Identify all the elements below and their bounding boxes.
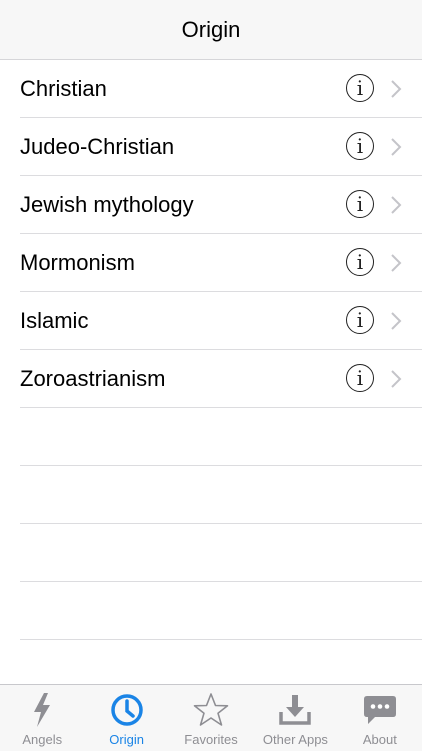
star-icon (192, 691, 230, 729)
chevron-right-icon (391, 80, 402, 98)
chevron-right-icon (391, 196, 402, 214)
navigation-bar: Origin (0, 0, 422, 60)
list-item-jewish-mythology[interactable]: Jewish mythology i (20, 176, 422, 234)
tab-label: Angels (22, 732, 63, 747)
chevron-right-icon (391, 254, 402, 272)
tab-bar: Angels Origin Favorites Other Apps About (0, 684, 422, 751)
page-title: Origin (181, 16, 241, 42)
info-icon[interactable]: i (346, 248, 374, 276)
chevron-right-icon (391, 138, 402, 156)
download-icon (276, 691, 314, 729)
empty-row (20, 582, 422, 640)
list-item-label: Jewish mythology (20, 192, 194, 217)
tab-label: About (362, 732, 397, 747)
clock-icon (108, 691, 146, 729)
tab-angels[interactable]: Angels (0, 685, 84, 751)
lightning-icon (23, 691, 61, 729)
list-item-label: Zoroastrianism (20, 366, 166, 391)
list-item-label: Islamic (20, 308, 89, 333)
tab-label: Favorites (184, 732, 238, 747)
info-icon[interactable]: i (346, 306, 374, 334)
tab-other-apps[interactable]: Other Apps (253, 685, 337, 751)
tab-favorites[interactable]: Favorites (169, 685, 253, 751)
info-icon[interactable]: i (346, 190, 374, 218)
list-item-label: Christian (20, 76, 107, 101)
list-item-label: Judeo-Christian (20, 134, 175, 159)
list-item-christian[interactable]: Christian i (20, 60, 422, 118)
tab-label: Origin (109, 732, 144, 747)
list-item-judeo-christian[interactable]: Judeo-Christian i (20, 118, 422, 176)
empty-row (20, 466, 422, 524)
empty-row (20, 408, 422, 466)
tab-about[interactable]: About (338, 685, 422, 751)
chat-bubble-icon (361, 691, 399, 729)
empty-row (20, 524, 422, 582)
list-item-islamic[interactable]: Islamic i (20, 292, 422, 350)
info-icon[interactable]: i (346, 74, 374, 102)
tab-label: Other Apps (262, 732, 328, 747)
tab-origin[interactable]: Origin (84, 685, 168, 751)
origin-list: Christian i Judeo-Christian i Jewish myt… (0, 60, 422, 640)
list-item-zoroastrianism[interactable]: Zoroastrianism i (20, 350, 422, 408)
info-icon[interactable]: i (346, 364, 374, 392)
chevron-right-icon (391, 370, 402, 388)
list-item-label: Mormonism (20, 250, 135, 275)
info-icon[interactable]: i (346, 132, 374, 160)
list-item-mormonism[interactable]: Mormonism i (20, 234, 422, 292)
chevron-right-icon (391, 312, 402, 330)
